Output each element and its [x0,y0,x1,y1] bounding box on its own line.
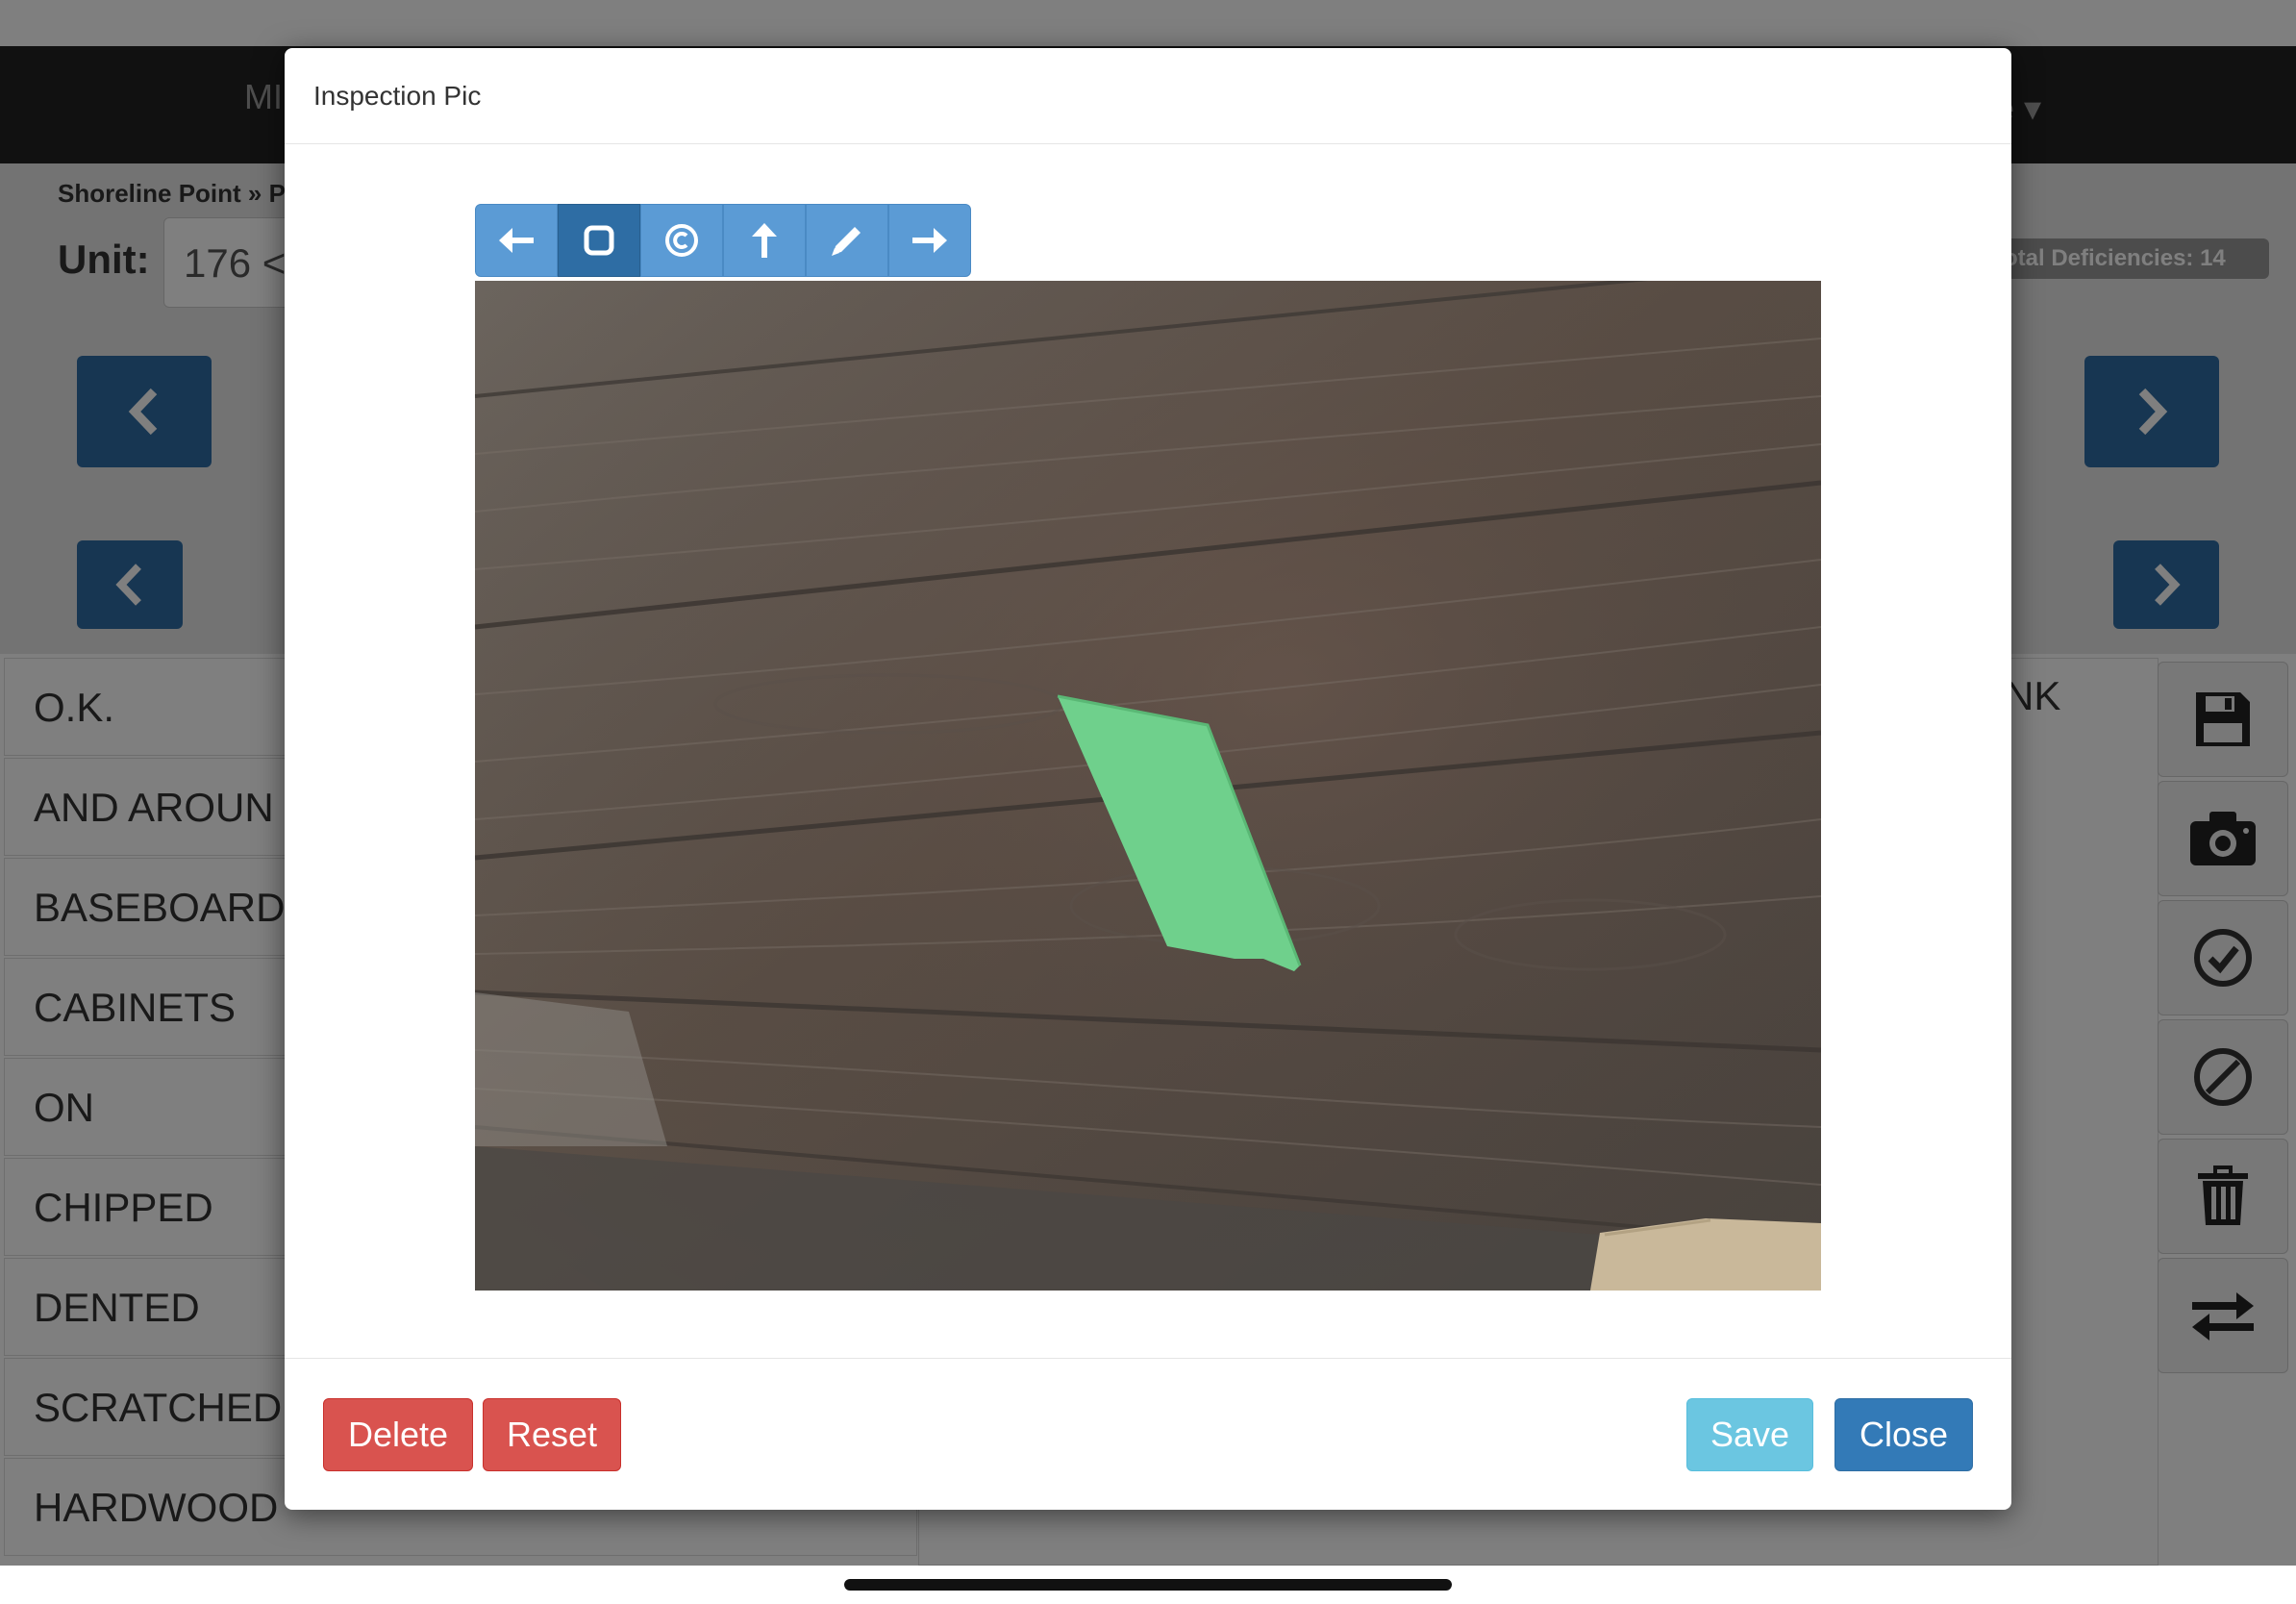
delete-button[interactable]: Delete [323,1398,473,1471]
arrow-left-icon [499,228,534,253]
redo-button[interactable] [888,204,971,277]
square-icon [584,225,614,256]
modal-header [285,48,2011,144]
arrow-tool-button[interactable] [723,204,806,277]
floor-photo-image [475,281,1821,1291]
arrow-right-icon [912,228,947,253]
pencil-tool-button[interactable] [806,204,888,277]
undo-button[interactable] [475,204,558,277]
pencil-icon [832,227,861,256]
close-button[interactable]: Close [1834,1398,1973,1471]
annotation-toolbar [475,204,971,277]
reset-button[interactable]: Reset [483,1398,621,1471]
inspection-photo[interactable] [475,281,1821,1291]
save-button[interactable]: Save [1686,1398,1813,1471]
inspection-pic-modal: Inspection Pic Delete Reset Save Close [285,48,2011,1510]
home-indicator[interactable] [844,1579,1452,1591]
copyright-icon [665,224,698,257]
modal-title: Inspection Pic [313,81,482,111]
circle-tool-button[interactable] [640,204,723,277]
arrow-up-icon [752,223,777,258]
rectangle-tool-button[interactable] [558,204,640,277]
